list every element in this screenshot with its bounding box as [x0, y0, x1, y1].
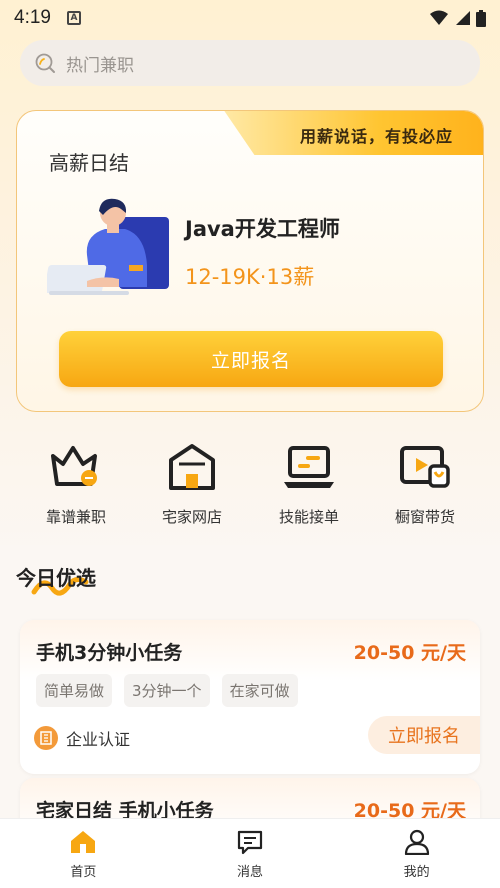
job-tag: 简单易做 — [36, 674, 113, 707]
status-time: 4:19 — [14, 7, 51, 28]
search-input[interactable]: 热门兼职 — [66, 51, 134, 76]
basket-icon — [51, 446, 97, 486]
status-icons — [430, 9, 486, 27]
search-icon — [35, 53, 55, 73]
job-pay: 20-50 元/天 — [353, 642, 466, 664]
apply-button[interactable]: 立即报名 — [368, 716, 480, 754]
building-icon — [34, 726, 58, 750]
enterprise-verified: 企业认证 — [34, 726, 130, 750]
category-window-sales[interactable]: 橱窗带货 — [370, 440, 480, 527]
ribbon-text: 用薪说话，有投必应 — [299, 127, 453, 146]
apply-now-button[interactable]: 立即报名 — [59, 331, 443, 387]
category-grid: 靠谱兼职 宅家网店 技能接单 橱窗带货 — [0, 440, 500, 530]
tab-label: 我的 — [403, 865, 430, 880]
job-salary: 12-19K·13薪 — [185, 265, 315, 289]
job-title: Java开发工程师 — [185, 217, 340, 241]
card-title: 高薪日结 — [49, 151, 129, 175]
tab-messages[interactable]: 消息 — [167, 819, 334, 888]
category-skill-orders[interactable]: 技能接单 — [254, 440, 364, 527]
tab-label: 首页 — [70, 865, 97, 880]
person-icon — [404, 829, 429, 855]
search-bar[interactable]: 热门兼职 — [20, 40, 480, 86]
job-tags: 简单易做 3分钟一个 在家可做 — [36, 674, 298, 707]
message-icon — [237, 830, 263, 855]
tab-home[interactable]: 首页 — [0, 819, 167, 888]
video-bag-icon — [400, 446, 450, 488]
category-label: 靠谱兼职 — [45, 508, 106, 526]
home-icon — [71, 831, 96, 853]
job-card[interactable]: 手机3分钟小任务 20-50 元/天 简单易做 3分钟一个 在家可做 企业认证 … — [20, 620, 480, 774]
category-label: 橱窗带货 — [394, 508, 455, 526]
category-label: 宅家网店 — [161, 508, 222, 526]
programmer-illustration — [47, 198, 169, 295]
tab-profile[interactable]: 我的 — [333, 819, 500, 888]
job-name: 手机3分钟小任务 — [36, 642, 183, 664]
category-home-shop[interactable]: 宅家网店 — [137, 440, 247, 527]
laptop-icon — [284, 446, 334, 488]
category-label: 技能接单 — [278, 508, 339, 526]
section-title: 今日优选 — [16, 566, 96, 590]
featured-job-card[interactable]: 用薪说话，有投必应 高薪日结 Java开发工程师 12-19K·13薪 立即报名 — [16, 110, 484, 412]
bottom-tab-bar: 首页 消息 我的 — [0, 818, 500, 888]
status-bar: 4:19 A — [0, 0, 500, 36]
job-tag: 在家可做 — [221, 674, 298, 707]
notification-icon: A — [66, 11, 81, 25]
verify-label: 企业认证 — [66, 730, 131, 749]
battery-icon — [476, 9, 486, 27]
tab-label: 消息 — [237, 865, 264, 880]
signal-icon — [456, 11, 470, 25]
category-reliable-parttime[interactable]: 靠谱兼职 — [21, 440, 131, 527]
job-tag: 3分钟一个 — [124, 674, 210, 707]
wifi-icon — [430, 10, 448, 25]
shop-icon — [169, 444, 215, 490]
